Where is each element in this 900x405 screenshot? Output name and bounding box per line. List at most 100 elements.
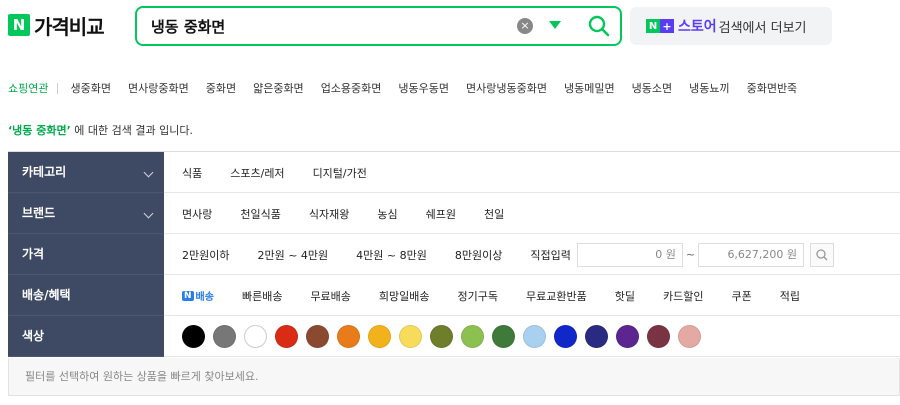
color-swatch[interactable] [585,325,608,348]
store-link-text: 검색에서 더보기 [718,20,807,36]
filter-row-delivery: 배송/혜택 N 배송 빠른배송 무료배송 희망일배송 정기구독 무료교환반품 핫… [8,275,900,316]
related-item[interactable]: 중화면 [206,80,236,96]
search-input[interactable] [151,8,511,44]
filter-option[interactable]: 무료배송 [310,288,350,304]
filter-option[interactable]: 천일 [484,206,504,222]
price-range-separator: ~ [685,248,696,261]
related-item[interactable]: 냉동소면 [632,80,672,96]
related-item[interactable]: 생중화면 [70,80,110,96]
filter-option[interactable]: 식품 [182,165,202,181]
filter-option[interactable]: 디지털/가전 [313,165,367,181]
filter-option[interactable]: 카드할인 [663,288,703,304]
filter-header-category[interactable]: 카테고리 [8,152,164,193]
related-item[interactable]: 면사랑냉동중화면 [466,80,547,96]
price-range-option[interactable]: 2만원이하 [182,247,229,263]
filter-label: 브랜드 [22,206,56,220]
filter-option[interactable]: 천일식품 [240,206,280,222]
store-badge-plus: + [660,19,674,33]
related-item[interactable]: 냉동우동면 [398,80,449,96]
logo-text: 가격비교 [34,14,105,39]
store-search-button[interactable]: N + 스토어 검색에서 더보기 [630,7,832,45]
filter-header-brand[interactable]: 브랜드 [8,193,164,234]
store-badge-n: N [646,19,660,33]
filter-label: 색상 [22,329,45,343]
color-swatch[interactable] [368,325,391,348]
filter-option[interactable]: 무료교환반품 [526,288,587,304]
search-icon[interactable] [587,14,611,38]
filter-header-delivery: 배송/혜택 [8,275,164,316]
filter-option[interactable]: 쿠폰 [731,288,751,304]
color-swatch[interactable] [647,325,670,348]
related-searches: 쇼핑연관 생중화면 면사랑중화면 중화면 얇은중화면 업소용중화면 냉동우동면 … [0,76,900,100]
filter-options: 면사랑 천일식품 식자재왕 농심 쉐프원 천일 [164,193,900,234]
price-search-button[interactable] [810,242,835,267]
color-swatch[interactable] [399,325,422,348]
store-name: 스토어 [678,19,717,35]
color-swatch[interactable] [337,325,360,348]
color-swatch[interactable] [554,325,577,348]
divider [57,82,59,94]
filter-panel: 카테고리 식품 스포츠/레저 디지털/가전 브랜드 면사랑 천일식품 식자재왕 … [8,151,900,357]
filter-options: N 배송 빠른배송 무료배송 희망일배송 정기구독 무료교환반품 핫딜 카드할인… [164,275,900,316]
search-box: × [135,6,622,46]
filter-option[interactable]: 쉐프원 [426,206,456,222]
filter-label: 배송/혜택 [22,288,71,302]
color-swatch[interactable] [275,325,298,348]
naver-delivery-badge[interactable]: N 배송 [182,288,214,303]
related-item[interactable]: 냉동메밀면 [564,80,615,96]
color-swatch[interactable] [213,325,236,348]
related-item[interactable]: 중화면반죽 [747,80,798,96]
price-max-input[interactable]: 6,627,200 원 [698,242,805,267]
related-item[interactable]: 면사랑중화면 [128,80,189,96]
related-item[interactable]: 냉동뇨끼 [689,80,729,96]
price-range-option[interactable]: 8만원이상 [455,247,502,263]
filter-row-brand: 브랜드 면사랑 천일식품 식자재왕 농심 쉐프원 천일 [8,193,900,234]
color-swatch[interactable] [678,325,701,348]
delivery-badge-n: N [182,290,194,301]
naver-plus-icon: N + [646,19,674,33]
filter-label: 카테고리 [22,165,67,179]
color-swatch[interactable] [492,325,515,348]
clear-search-button[interactable]: × [517,18,533,34]
result-suffix: 에 대한 검색 결과 입니다. [70,124,193,137]
filter-hint: 필터를 선택하여 원하는 상품을 빠르게 찾아보세요. [8,358,900,396]
chevron-down-icon [143,208,154,219]
filter-option[interactable]: 식자재왕 [309,206,349,222]
filter-row-color: 색상 [8,316,900,357]
filter-option[interactable]: 농심 [377,206,397,222]
naver-logo-icon: N [8,14,30,36]
filter-header-color: 색상 [8,316,164,357]
autocomplete-toggle-icon[interactable] [549,21,561,29]
filter-label: 가격 [22,247,45,261]
related-item[interactable]: 업소용중화면 [321,80,382,96]
header: N 가격비교 × N + 스토어 검색에서 더보기 [0,0,900,58]
filter-option[interactable]: 정기구독 [458,288,498,304]
filter-option[interactable]: 면사랑 [182,206,212,222]
filter-options: 2만원이하 2만원 ~ 4만원 4만원 ~ 8만원 8만원이상 직접입력 0 원… [164,234,900,275]
filter-option[interactable]: 스포츠/레저 [230,165,284,181]
filter-header-price: 가격 [8,234,164,275]
filter-options: 식품 스포츠/레저 디지털/가전 [164,152,900,193]
color-swatch[interactable] [523,325,546,348]
related-label: 쇼핑연관 [8,82,49,95]
chevron-down-icon [143,167,154,178]
filter-option[interactable]: 빠른배송 [242,288,282,304]
color-swatch-list [164,316,900,357]
filter-row-price: 가격 2만원이하 2만원 ~ 4만원 4만원 ~ 8만원 8만원이상 직접입력 … [8,234,900,275]
color-swatch[interactable] [430,325,453,348]
color-swatch[interactable] [461,325,484,348]
price-min-input[interactable]: 0 원 [576,242,683,267]
related-item[interactable]: 얇은중화면 [253,80,304,96]
color-swatch[interactable] [616,325,639,348]
logo[interactable]: N 가격비교 [8,13,105,39]
filter-option[interactable]: 희망일배송 [379,288,430,304]
price-range-option[interactable]: 4만원 ~ 8만원 [356,247,427,263]
color-swatch[interactable] [182,325,205,348]
filter-option[interactable]: 적립 [780,288,800,304]
filter-option[interactable]: 핫딜 [615,288,635,304]
price-range-option[interactable]: 2만원 ~ 4만원 [257,247,328,263]
color-swatch[interactable] [306,325,329,348]
delivery-badge-text: 배송 [195,292,214,303]
color-swatch[interactable] [244,325,267,348]
search-icon [816,248,828,260]
